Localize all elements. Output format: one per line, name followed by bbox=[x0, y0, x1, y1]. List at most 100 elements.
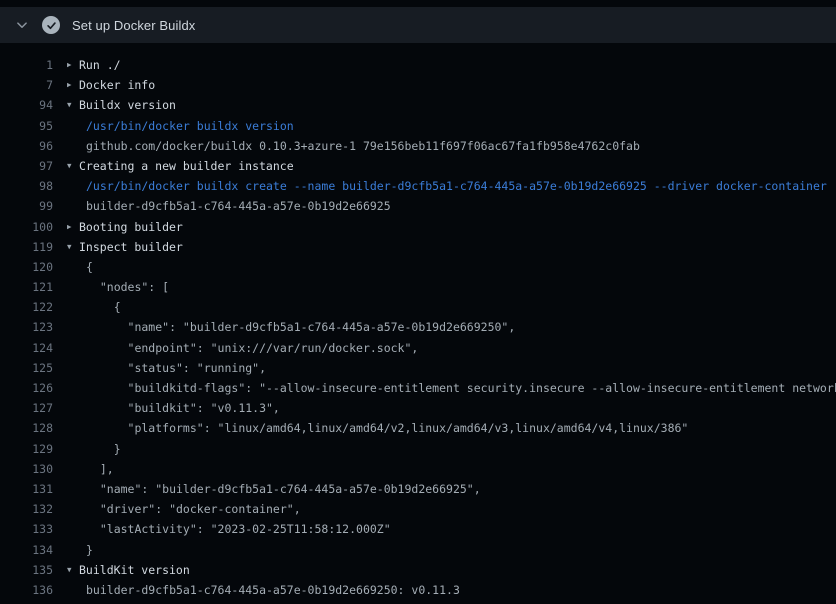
line-number[interactable]: 126 bbox=[0, 378, 53, 398]
line-text: "lastActivity": "2023-02-25T11:58:12.000… bbox=[79, 519, 391, 539]
line-number[interactable]: 134 bbox=[0, 540, 53, 560]
line-text: "buildkit": "v0.11.3", bbox=[79, 398, 280, 418]
log-line: 134} bbox=[0, 540, 836, 560]
arrow-spacer bbox=[67, 580, 79, 600]
line-number[interactable]: 98 bbox=[0, 176, 53, 196]
line-number[interactable]: 95 bbox=[0, 116, 53, 136]
arrow-spacer bbox=[67, 176, 79, 196]
line-text: Creating a new builder instance bbox=[79, 156, 294, 176]
log-group-line[interactable]: 7▶Docker info bbox=[0, 75, 836, 95]
line-number[interactable]: 124 bbox=[0, 338, 53, 358]
log-line: 125 "status": "running", bbox=[0, 358, 836, 378]
line-text: "endpoint": "unix:///var/run/docker.sock… bbox=[79, 338, 418, 358]
arrow-spacer bbox=[67, 277, 79, 297]
log-line: 99 builder-d9cfb5a1-c764-445a-a57e-0b19d2… bbox=[0, 196, 836, 216]
arrow-spacer bbox=[67, 398, 79, 418]
line-text: builder-d9cfb5a1-c764-445a-a57e-0b19d2e6… bbox=[79, 196, 391, 216]
arrow-spacer bbox=[67, 257, 79, 277]
arrow-spacer bbox=[67, 459, 79, 479]
line-number[interactable]: 122 bbox=[0, 297, 53, 317]
line-text: /usr/bin/docker buildx create --name bui… bbox=[79, 176, 827, 196]
line-number[interactable]: 132 bbox=[0, 499, 53, 519]
log-line: 124 "endpoint": "unix:///var/run/docker.… bbox=[0, 338, 836, 358]
arrow-spacer bbox=[67, 418, 79, 438]
line-text: "platforms": "linux/amd64,linux/amd64/v2… bbox=[79, 418, 688, 438]
log-line: 120 { bbox=[0, 257, 836, 277]
log-line: 127 "buildkit": "v0.11.3", bbox=[0, 398, 836, 418]
log-line: 131 "name": "builder-d9cfb5a1-c764-445a-… bbox=[0, 479, 836, 499]
line-number[interactable]: 1 bbox=[0, 55, 53, 75]
line-text: "name": "builder-d9cfb5a1-c764-445a-a57e… bbox=[79, 479, 481, 499]
log-group-line[interactable]: 97 ▼Creating a new builder instance bbox=[0, 156, 836, 176]
log-group-line[interactable]: 119 ▼Inspect builder bbox=[0, 237, 836, 257]
line-text: Run ./ bbox=[79, 55, 121, 75]
log-group-line[interactable]: 1 ▶Run ./ bbox=[0, 55, 836, 75]
line-text: "driver": "docker-container", bbox=[79, 499, 301, 519]
log-line: 130 ], bbox=[0, 459, 836, 479]
line-number[interactable]: 123 bbox=[0, 317, 53, 337]
line-text: builder-d9cfb5a1-c764-445a-a57e-0b19d2e6… bbox=[79, 580, 460, 600]
line-number[interactable]: 125 bbox=[0, 358, 53, 378]
line-text: Booting builder bbox=[79, 217, 183, 237]
group-expanded-icon[interactable]: ▼ bbox=[67, 95, 79, 115]
log-line: 129 } bbox=[0, 439, 836, 459]
line-text: ], bbox=[79, 459, 114, 479]
arrow-spacer bbox=[67, 540, 79, 560]
arrow-spacer bbox=[67, 378, 79, 398]
log-line: 133 "lastActivity": "2023-02-25T11:58:12… bbox=[0, 519, 836, 539]
line-number[interactable]: 128 bbox=[0, 418, 53, 438]
log-line: 98/usr/bin/docker buildx create --name b… bbox=[0, 176, 836, 196]
log-line: 96 github.com/docker/buildx 0.10.3+azure-… bbox=[0, 136, 836, 156]
line-text: Inspect builder bbox=[79, 237, 183, 257]
line-number[interactable]: 135 bbox=[0, 560, 53, 580]
line-text: BuildKit version bbox=[79, 560, 190, 580]
arrow-spacer bbox=[67, 136, 79, 156]
line-number[interactable]: 96 bbox=[0, 136, 53, 156]
arrow-spacer bbox=[67, 196, 79, 216]
line-number[interactable]: 99 bbox=[0, 196, 53, 216]
arrow-spacer bbox=[67, 479, 79, 499]
line-number[interactable]: 94 bbox=[0, 95, 53, 115]
line-text: } bbox=[79, 439, 121, 459]
line-number[interactable]: 120 bbox=[0, 257, 53, 277]
line-number[interactable]: 129 bbox=[0, 439, 53, 459]
log-group-line[interactable]: 94 ▼Buildx version bbox=[0, 95, 836, 115]
line-number[interactable]: 7 bbox=[0, 75, 53, 95]
line-number[interactable]: 130 bbox=[0, 459, 53, 479]
step-title: Set up Docker Buildx bbox=[72, 18, 195, 33]
line-number[interactable]: 133 bbox=[0, 519, 53, 539]
group-expanded-icon[interactable]: ▼ bbox=[67, 156, 79, 176]
arrow-spacer bbox=[67, 317, 79, 337]
arrow-spacer bbox=[67, 116, 79, 136]
line-text: { bbox=[79, 257, 93, 277]
log-viewer: 1▶Run ./7▶Docker info94▼Buildx version95… bbox=[0, 55, 836, 600]
arrow-spacer bbox=[67, 297, 79, 317]
chevron-down-icon[interactable] bbox=[14, 17, 30, 33]
line-number[interactable]: 136 bbox=[0, 580, 53, 600]
log-line: 136 builder-d9cfb5a1-c764-445a-a57e-0b19d… bbox=[0, 580, 836, 600]
group-expanded-icon[interactable]: ▼ bbox=[67, 237, 79, 257]
line-number[interactable]: 121 bbox=[0, 277, 53, 297]
line-number[interactable]: 119 bbox=[0, 237, 53, 257]
group-collapsed-icon[interactable]: ▶ bbox=[67, 75, 79, 95]
arrow-spacer bbox=[67, 499, 79, 519]
line-text: Buildx version bbox=[79, 95, 176, 115]
line-number[interactable]: 127 bbox=[0, 398, 53, 418]
log-line: 132 "driver": "docker-container", bbox=[0, 499, 836, 519]
group-collapsed-icon[interactable]: ▶ bbox=[67, 217, 79, 237]
line-number[interactable]: 131 bbox=[0, 479, 53, 499]
line-text: /usr/bin/docker buildx version bbox=[79, 116, 294, 136]
log-group-line[interactable]: 100 ▶Booting builder bbox=[0, 217, 836, 237]
group-collapsed-icon[interactable]: ▶ bbox=[67, 55, 79, 75]
log-line: 128 "platforms": "linux/amd64,linux/amd6… bbox=[0, 418, 836, 438]
line-number[interactable]: 100 bbox=[0, 217, 53, 237]
step-header[interactable]: Set up Docker Buildx bbox=[0, 7, 836, 43]
group-expanded-icon[interactable]: ▼ bbox=[67, 560, 79, 580]
line-text: { bbox=[79, 297, 121, 317]
line-text: github.com/docker/buildx 0.10.3+azure-1 … bbox=[79, 136, 640, 156]
arrow-spacer bbox=[67, 439, 79, 459]
log-group-line[interactable]: 135 ▼BuildKit version bbox=[0, 560, 836, 580]
line-text: "buildkitd-flags": "--allow-insecure-ent… bbox=[79, 378, 836, 398]
line-number[interactable]: 97 bbox=[0, 156, 53, 176]
log-line: 95/usr/bin/docker buildx version bbox=[0, 116, 836, 136]
